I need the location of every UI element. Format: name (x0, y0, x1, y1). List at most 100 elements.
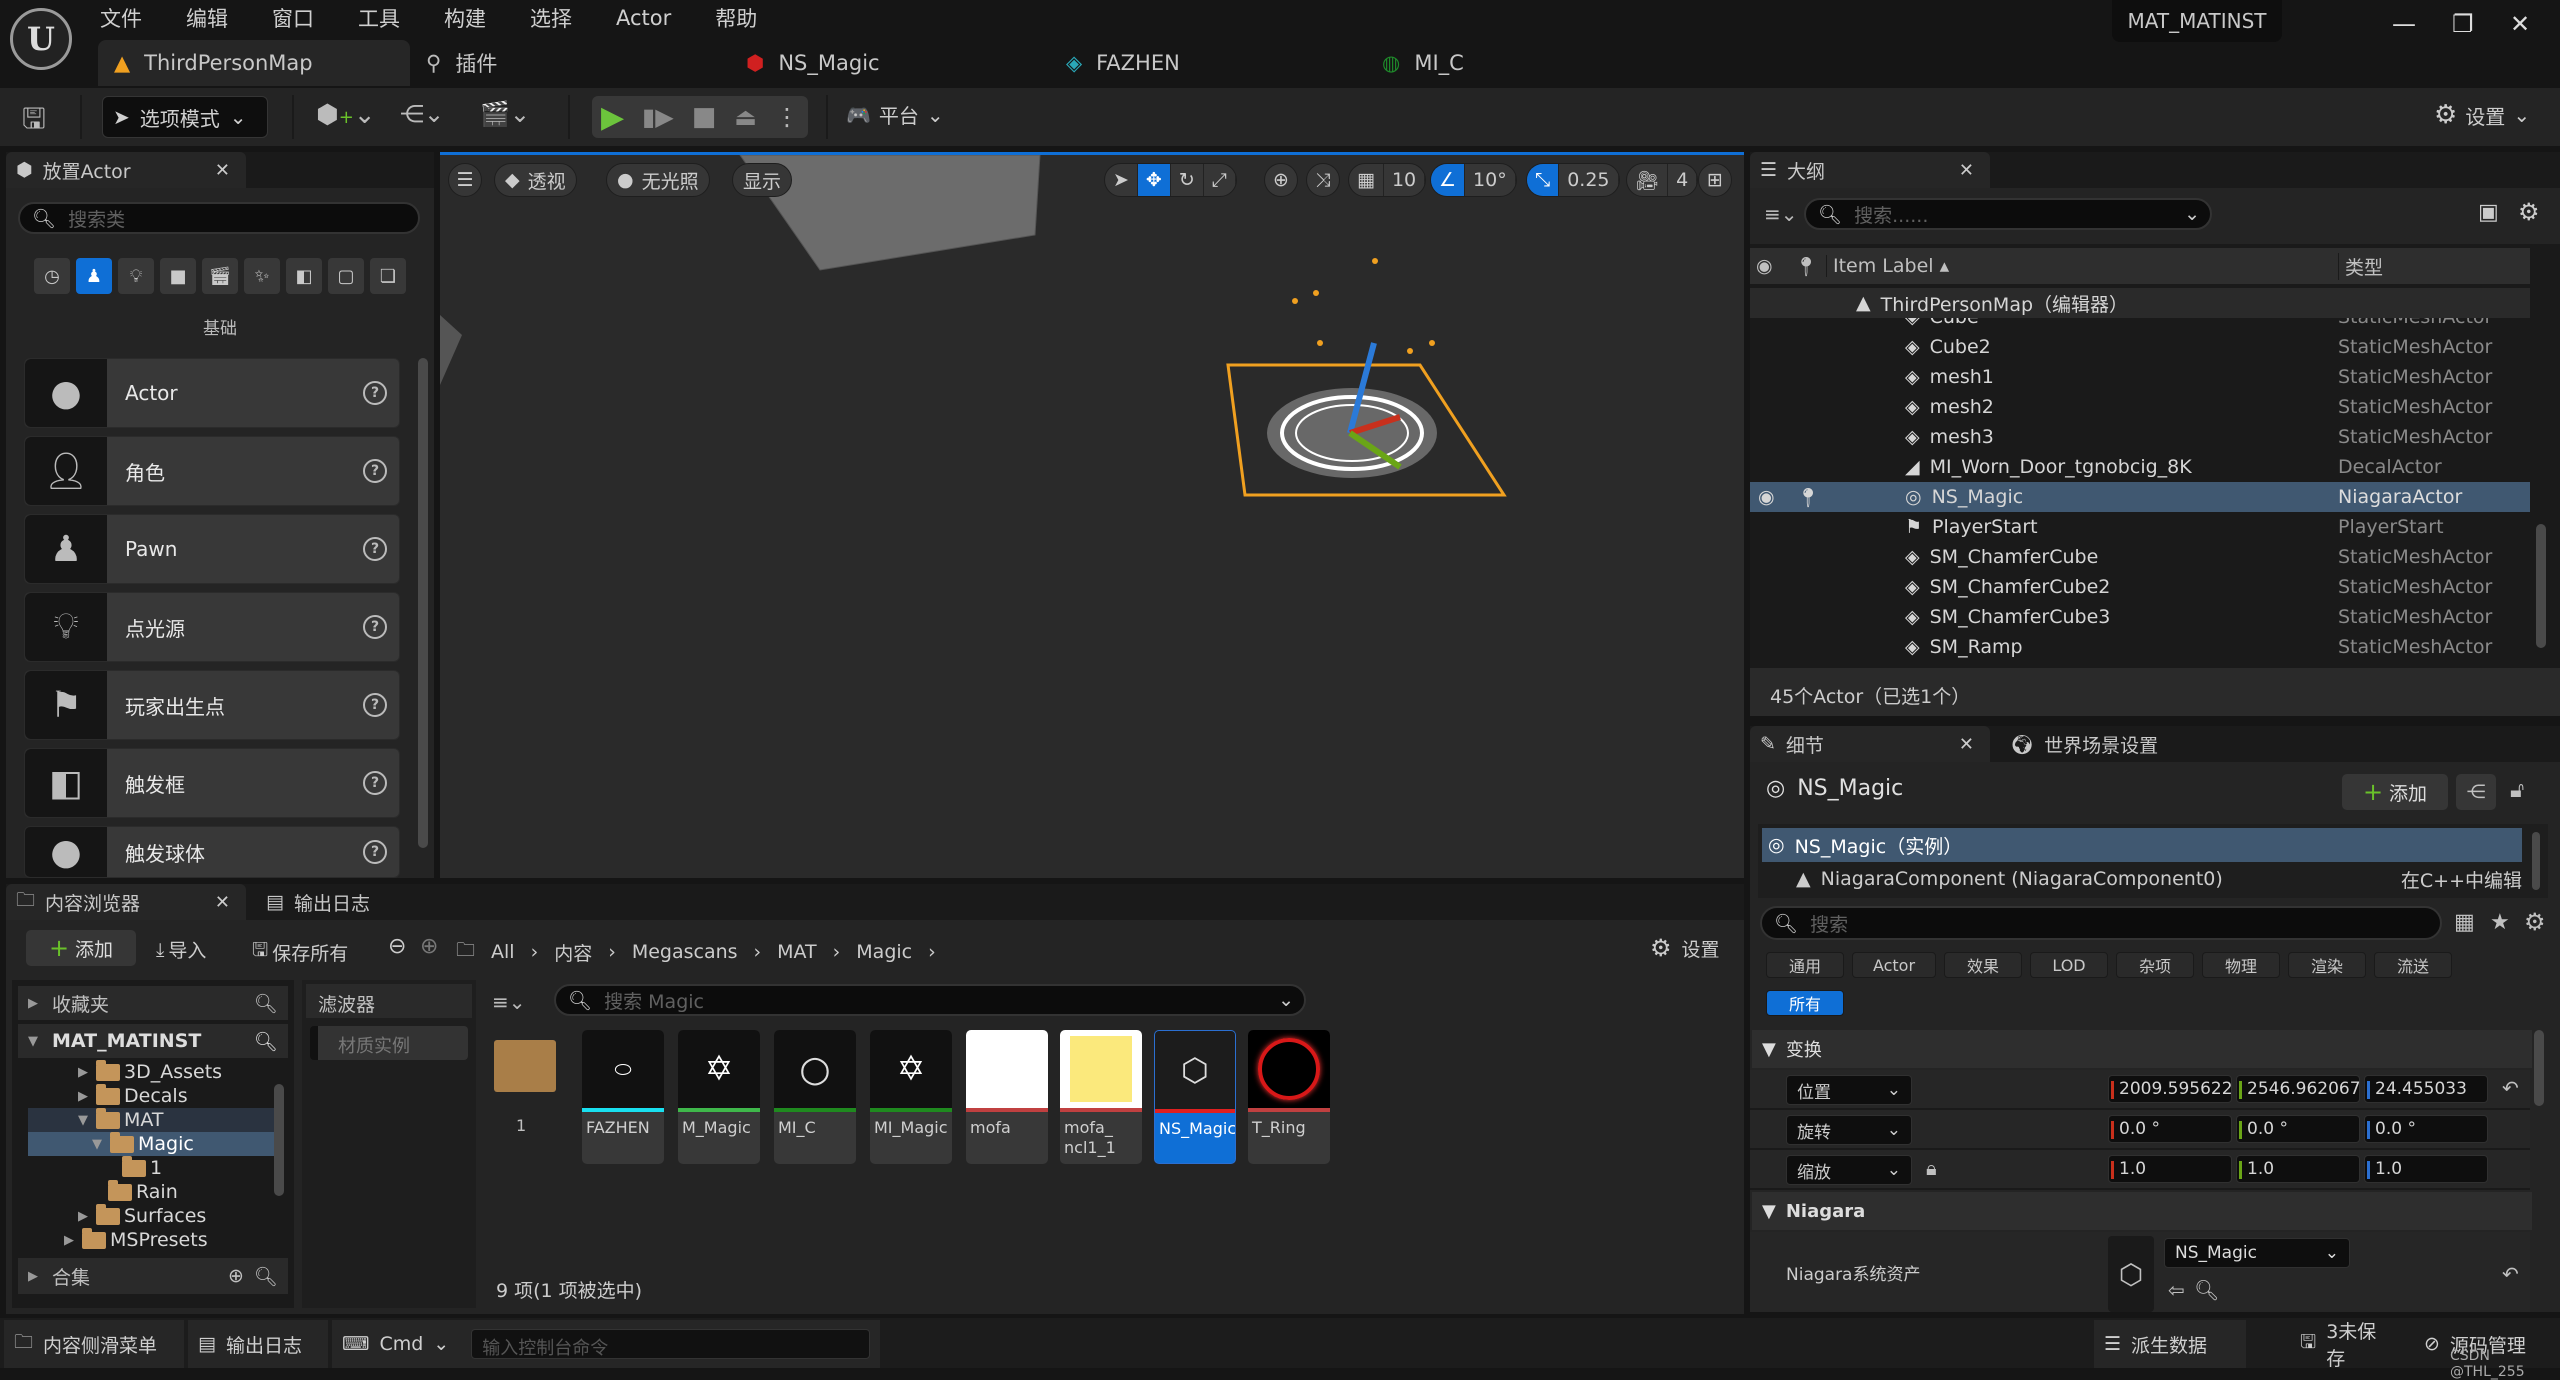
unlock-icon[interactable]: 🔓︎ (2510, 778, 2524, 803)
breadcrumb-megascans[interactable]: Megascans (632, 941, 738, 963)
chevron-down-icon[interactable]: ⌄ (2184, 203, 2200, 225)
camera-speed-value[interactable]: 4 (1668, 164, 1698, 196)
rotation-snap-icon[interactable]: ∠ (1431, 164, 1466, 196)
volumes-icon[interactable]: ▢ (328, 258, 364, 294)
cinematic-icon[interactable]: 🎬︎ (202, 258, 238, 294)
outliner-row[interactable]: ◈ mesh3 StaticMeshActor (1750, 422, 2530, 452)
stop-icon[interactable]: ■ (692, 102, 717, 132)
chevron-right-icon[interactable]: › (754, 941, 762, 963)
favorites-header[interactable]: ▶ 收藏夹 🔍︎ (18, 986, 288, 1020)
niagara-asset-dropdown[interactable]: NS_Magic ⌄ (2164, 1238, 2350, 1268)
outliner-row[interactable]: ◈ mesh1 StaticMeshActor (1750, 362, 2530, 392)
basic-icon[interactable]: ♟ (76, 258, 112, 294)
content-settings-button[interactable]: ⚙ 设置 (1650, 934, 1720, 962)
asset-tile-mofa[interactable]: mofa (966, 1030, 1048, 1164)
folder-thumbnail[interactable] (494, 1040, 556, 1092)
chevron-down-icon[interactable]: ⌄ (1278, 989, 1294, 1011)
actor-item-character[interactable]: 👤︎ 角色? (24, 436, 400, 506)
tree-folder-rain[interactable]: Rain (28, 1179, 274, 1204)
column-type[interactable]: 类型 (2338, 252, 2383, 280)
doc-tab-mi-c[interactable]: ◍ MI_C (1366, 40, 1696, 86)
collections-header[interactable]: ▶ 合集 ⊕ 🔍︎ (18, 1258, 288, 1294)
chevron-right-icon[interactable]: › (833, 941, 841, 963)
location-y-input[interactable]: 2546.962067 (2236, 1075, 2361, 1103)
search-icon[interactable]: 🔍︎ (254, 992, 278, 1015)
rotation-x-input[interactable]: 0.0 ° (2108, 1115, 2232, 1143)
close-tab-icon[interactable]: ✕ (215, 160, 230, 181)
tree-folder-magic[interactable]: ▼ Magic (28, 1131, 274, 1156)
lights-icon[interactable]: 💡︎ (118, 258, 154, 294)
chevron-down-icon[interactable]: ⌄ (433, 1333, 449, 1355)
close-tab-icon[interactable]: ✕ (1959, 160, 1974, 181)
more-options-icon[interactable]: ⋮ (775, 103, 799, 131)
add-folder-icon[interactable]: ▣ (2478, 200, 2499, 225)
reset-icon[interactable]: ↶ (2502, 1262, 2519, 1286)
asset-tile-t-ring[interactable]: T_Ring (1248, 1030, 1330, 1164)
move-icon[interactable]: ✥ (1137, 164, 1171, 196)
outliner-row[interactable]: ◈ SM_ChamferCube3 StaticMeshActor (1750, 602, 2530, 632)
pin-icon[interactable]: 📍︎ (1796, 486, 1820, 509)
filter-general[interactable]: 通用 (1766, 952, 1844, 978)
reset-icon[interactable]: ↶ (2502, 1076, 2519, 1100)
actor-item-trigger-box[interactable]: ◧ 触发框? (24, 748, 400, 818)
asset-tile-mofa-ncl1-1[interactable]: mofa_ ncl1_1 (1060, 1030, 1142, 1164)
search-icon[interactable]: 🔍︎ (254, 1030, 278, 1053)
camera-icon[interactable]: 🎥︎ (1627, 164, 1669, 196)
close-window-button[interactable]: ✕ (2510, 10, 2530, 38)
help-icon[interactable]: ? (363, 771, 387, 795)
visual-effects-icon[interactable]: ✨︎ (244, 258, 280, 294)
show-button[interactable]: 显示 (732, 163, 793, 197)
asset-tile-ns-magic[interactable]: ⬡ NS_Magic (1154, 1030, 1236, 1164)
tab-output-log[interactable]: ▤ 输出日志 (256, 884, 456, 920)
output-log-button[interactable]: ▤ 输出日志 (188, 1320, 328, 1368)
grid-snap-icon[interactable]: ▦ (1349, 164, 1384, 196)
outliner-search-input[interactable]: 🔍︎ 搜索...... ⌄ (1804, 198, 2212, 230)
scale-icon[interactable]: ⤢ (1204, 164, 1236, 196)
outliner-row[interactable]: ◈ SM_Ramp StaticMeshActor (1750, 632, 2530, 662)
cmd-dropdown[interactable]: Cmd (379, 1333, 423, 1355)
pin-icon[interactable]: 📍︎ (1776, 255, 1826, 278)
rotation-snap-value[interactable]: 10° (1465, 164, 1516, 196)
scale-snap-icon[interactable]: ⤡ (1527, 164, 1560, 196)
add-actor-icon[interactable]: ⬢+⌄ (316, 100, 376, 130)
actor-item-player-start[interactable]: ⚑ 玩家出生点? (24, 670, 400, 740)
doc-tab-fazhen[interactable]: ◈ FAZHEN (1050, 40, 1380, 86)
doc-tab-ns-magic[interactable]: ⬢ NS_Magic (730, 40, 1060, 86)
filter-icon[interactable]: ≡⌄ (1764, 202, 1798, 226)
menu-select[interactable]: 选择 (530, 3, 572, 33)
browse-icon[interactable]: 🔍︎ (2194, 1278, 2219, 1302)
scrollbar[interactable] (2532, 832, 2540, 890)
import-button[interactable]: ⤓ 导入 (156, 936, 206, 963)
content-drawer-button[interactable]: 🗀 内容侧滑菜单 (4, 1320, 184, 1368)
filter-icon[interactable]: ≡⌄ (492, 990, 526, 1014)
menu-edit[interactable]: 编辑 (186, 3, 228, 33)
asset-tile-mi-c[interactable]: ○ MI_C (774, 1030, 856, 1164)
add-button[interactable]: + 添加 (26, 930, 136, 966)
perspective-button[interactable]: ◆ 透视 (494, 163, 577, 197)
selection-mode-dropdown[interactable]: ➤ 选项模式 ⌄ (102, 96, 268, 138)
scrollbar[interactable] (418, 358, 428, 848)
blueprint-icon[interactable]: ⋲⌄ (400, 100, 444, 128)
help-icon[interactable]: ? (363, 459, 387, 483)
help-icon[interactable]: ? (363, 615, 387, 639)
details-search-input[interactable]: 🔍︎ 搜索 (1760, 906, 2442, 940)
select-icon[interactable]: ➤ (1105, 164, 1138, 196)
restore-button[interactable]: ❐ (2452, 10, 2474, 38)
class-search-input[interactable]: 🔍︎ 搜索类 (18, 202, 420, 234)
scale-z-input[interactable]: 1.0 (2364, 1155, 2488, 1183)
all-classes-icon[interactable]: ❏ (370, 258, 406, 294)
play-icon[interactable]: ▶ (601, 100, 624, 135)
location-z-input[interactable]: 24.455033 (2364, 1075, 2488, 1103)
filter-chip-material-instance[interactable]: 材质实例 (310, 1026, 468, 1060)
scale-y-input[interactable]: 1.0 (2236, 1155, 2360, 1183)
outliner-row-selected[interactable]: ◉ 📍︎ ◎ NS_Magic NiagaraActor (1750, 482, 2530, 512)
actor-item-actor[interactable]: ● Actor? (24, 358, 400, 428)
actor-item-pawn[interactable]: ♟ Pawn? (24, 514, 400, 584)
filter-lod[interactable]: LOD (2030, 952, 2108, 978)
filter-actor[interactable]: Actor (1852, 952, 1936, 978)
blueprint-button[interactable]: ⋲ (2456, 774, 2496, 810)
add-collection-icon[interactable]: ⊕ (228, 1265, 244, 1287)
grid-snap-value[interactable]: 10 (1384, 164, 1426, 196)
search-icon[interactable]: 🔍︎ (254, 1265, 278, 1288)
menu-tools[interactable]: 工具 (358, 3, 400, 33)
